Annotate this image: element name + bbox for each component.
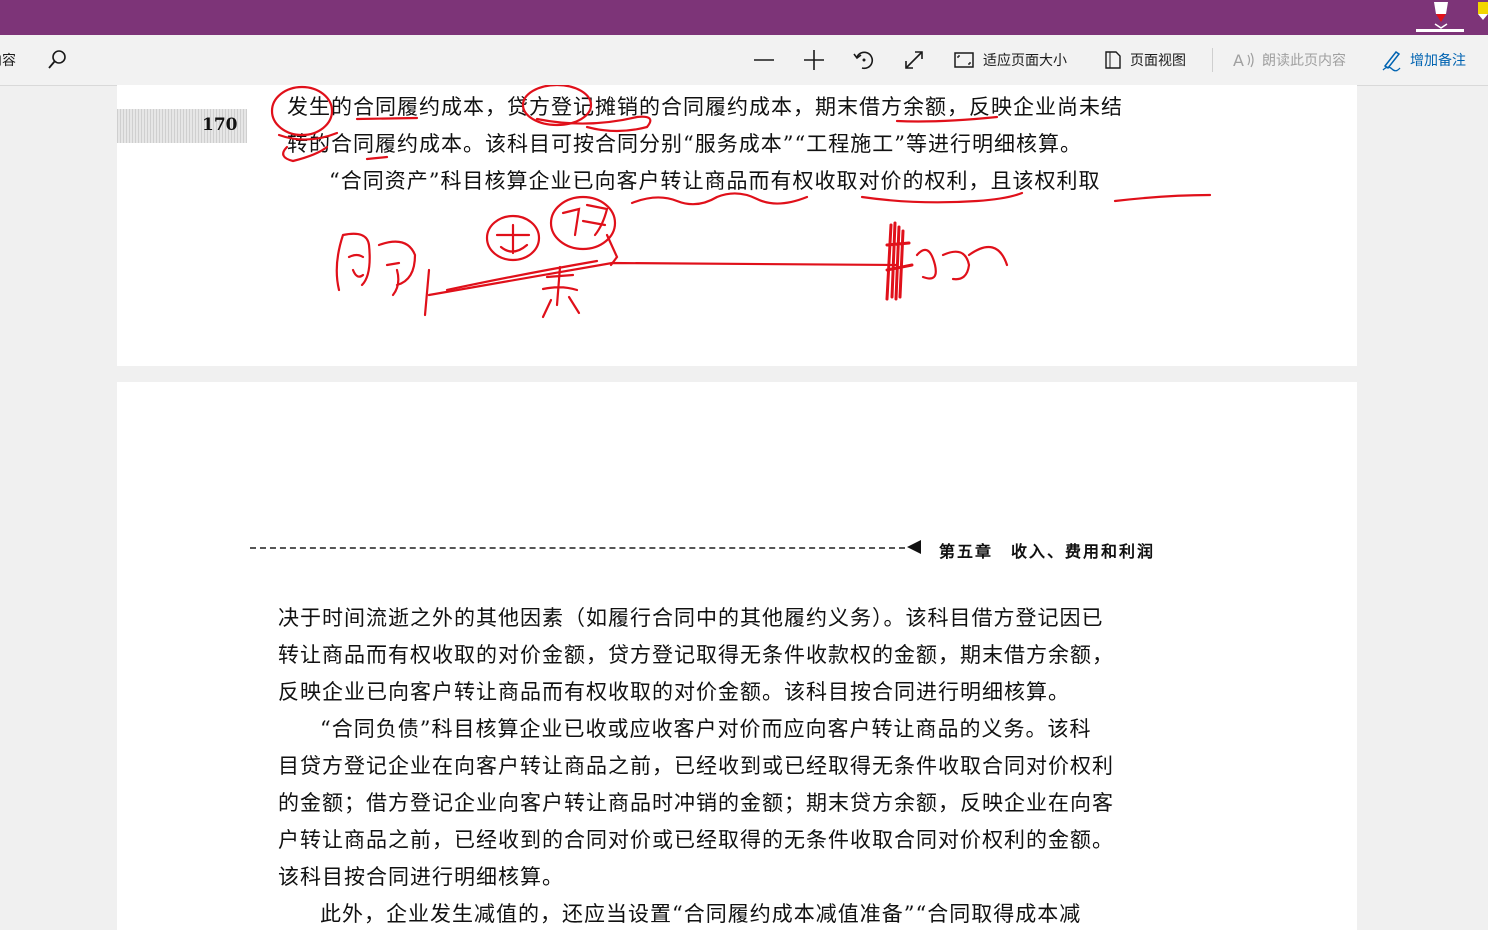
body-text-line: “合同负债”科目核算企业已收或应收客户对价而应向客户转让商品的义务。该科 [298, 717, 1092, 741]
read-aloud-label: 朗读此页内容 [1262, 53, 1346, 69]
chapter-header: 第五章 收入、费用和利润 [939, 542, 1156, 561]
ink-glyph-4 [561, 203, 609, 237]
body-text-line: 转的合同履约成本。该科目可按合同分别“服务成本”“工程施工”等进行明细核算。 [287, 132, 1082, 156]
search-icon [48, 50, 66, 69]
rotate-icon [853, 51, 873, 70]
pdf-page-170: 170 发生的合同履约成本，贷方登记摊销的合同履约成本，期末借方余额，反映企业尚… [117, 85, 1357, 366]
fullscreen-button[interactable] [902, 35, 926, 85]
ink-timeline-2 [445, 259, 599, 292]
body-text-line: 此外，企业发生减值的，还应当设置“合同履约成本减值准备”“合同取得成本减 [298, 902, 1082, 926]
plus-icon [804, 50, 824, 70]
body-text-line: 转让商品而有权收取的对价金额，贷方登记取得无条件收款权的金额，期末借方余额， [278, 643, 1114, 667]
ink-circle-4 [549, 195, 617, 251]
minus-icon [754, 59, 774, 61]
svg-text:A: A [1233, 51, 1244, 70]
zoom-in-button[interactable] [802, 35, 826, 85]
body-text-line: 发生的合同履约成本，贷方登记摊销的合同履约成本，期末借方余额，反映企业尚未结 [287, 95, 1123, 119]
rotate-button[interactable] [852, 35, 876, 85]
ink-dense-mark [885, 221, 914, 301]
body-text-line: 户转让商品之前，已经收到的合同对价或已经取得的无条件收取合同对价权利的金额。 [278, 828, 1114, 852]
zoom-out-button[interactable] [752, 35, 776, 85]
body-text-line: 决于时间流逝之外的其他因素（如履行合同中的其他履约义务）。该科目借方登记因已 [278, 606, 1104, 630]
title-bar [0, 0, 1488, 35]
toolbar-divider [1212, 48, 1213, 72]
ink-glyph-1 [335, 232, 371, 292]
yellow-highlighter-icon[interactable] [1474, 0, 1488, 22]
fit-page-label: 适应页面大小 [983, 53, 1067, 69]
search-button[interactable] [46, 35, 68, 85]
read-aloud-icon: A [1233, 51, 1254, 70]
ink-circle-3 [485, 214, 541, 262]
body-text-line: 目贷方登记企业在向客户转让商品之前，已经收到或已经取得无条件收取合同对价权利 [278, 754, 1114, 778]
ink-glyph-2 [377, 240, 417, 297]
body-text-line: “合同资产”科目核算企业已向客户转让商品而有权收取对价的权利，且该权利取 [307, 169, 1101, 193]
body-text-line: 该科目按合同进行明细核算。 [278, 865, 564, 889]
ink-glyph-7 [915, 245, 1009, 281]
ink-tick [423, 268, 431, 317]
pen-notes-icon [1382, 50, 1401, 72]
reader-toolbar: 内容 适应页面 [0, 35, 1488, 86]
body-text-line: 的金额；借方登记企业向客户转让商品时冲销的金额；期末贷方余额，反映企业在向客 [278, 791, 1114, 815]
expand-icon [905, 51, 923, 69]
fit-page-icon [954, 52, 974, 68]
pen-active-indicator [1416, 29, 1464, 32]
ink-glyph-6 [541, 265, 581, 319]
read-aloud-button[interactable]: A 朗读此页内容 [1232, 35, 1346, 85]
ink-glyph-3 [495, 223, 531, 255]
chapter-header-rule [250, 547, 905, 549]
ink-wavy-1 [630, 192, 809, 206]
add-notes-label: 增加备注 [1410, 53, 1466, 69]
fit-page-button[interactable]: 适应页面大小 [953, 35, 1067, 85]
page-view-label: 页面视图 [1130, 53, 1186, 69]
page-number: 170 [202, 115, 238, 135]
page-view-button[interactable]: 页面视图 [1102, 35, 1186, 85]
add-notes-button[interactable]: 增加备注 [1380, 35, 1466, 85]
page-view-icon [1105, 51, 1121, 69]
body-text-line: 反映企业已向客户转让商品而有权收取的对价金额。该科目按合同进行明细核算。 [278, 680, 1070, 704]
ink-underline-6 [1113, 193, 1212, 203]
triangle-left-icon [907, 540, 921, 554]
contents-label: 内容 [0, 53, 16, 69]
contents-button[interactable]: 内容 [0, 35, 16, 85]
ink-glyph-5 [605, 233, 619, 267]
pdf-page-171: 第五章 收入、费用和利润 决于时间流逝之外的其他因素（如履行合同中的其他履约义务… [117, 382, 1357, 930]
highlighter-pen-icon[interactable] [1425, 0, 1457, 30]
ink-timeline [427, 261, 899, 297]
